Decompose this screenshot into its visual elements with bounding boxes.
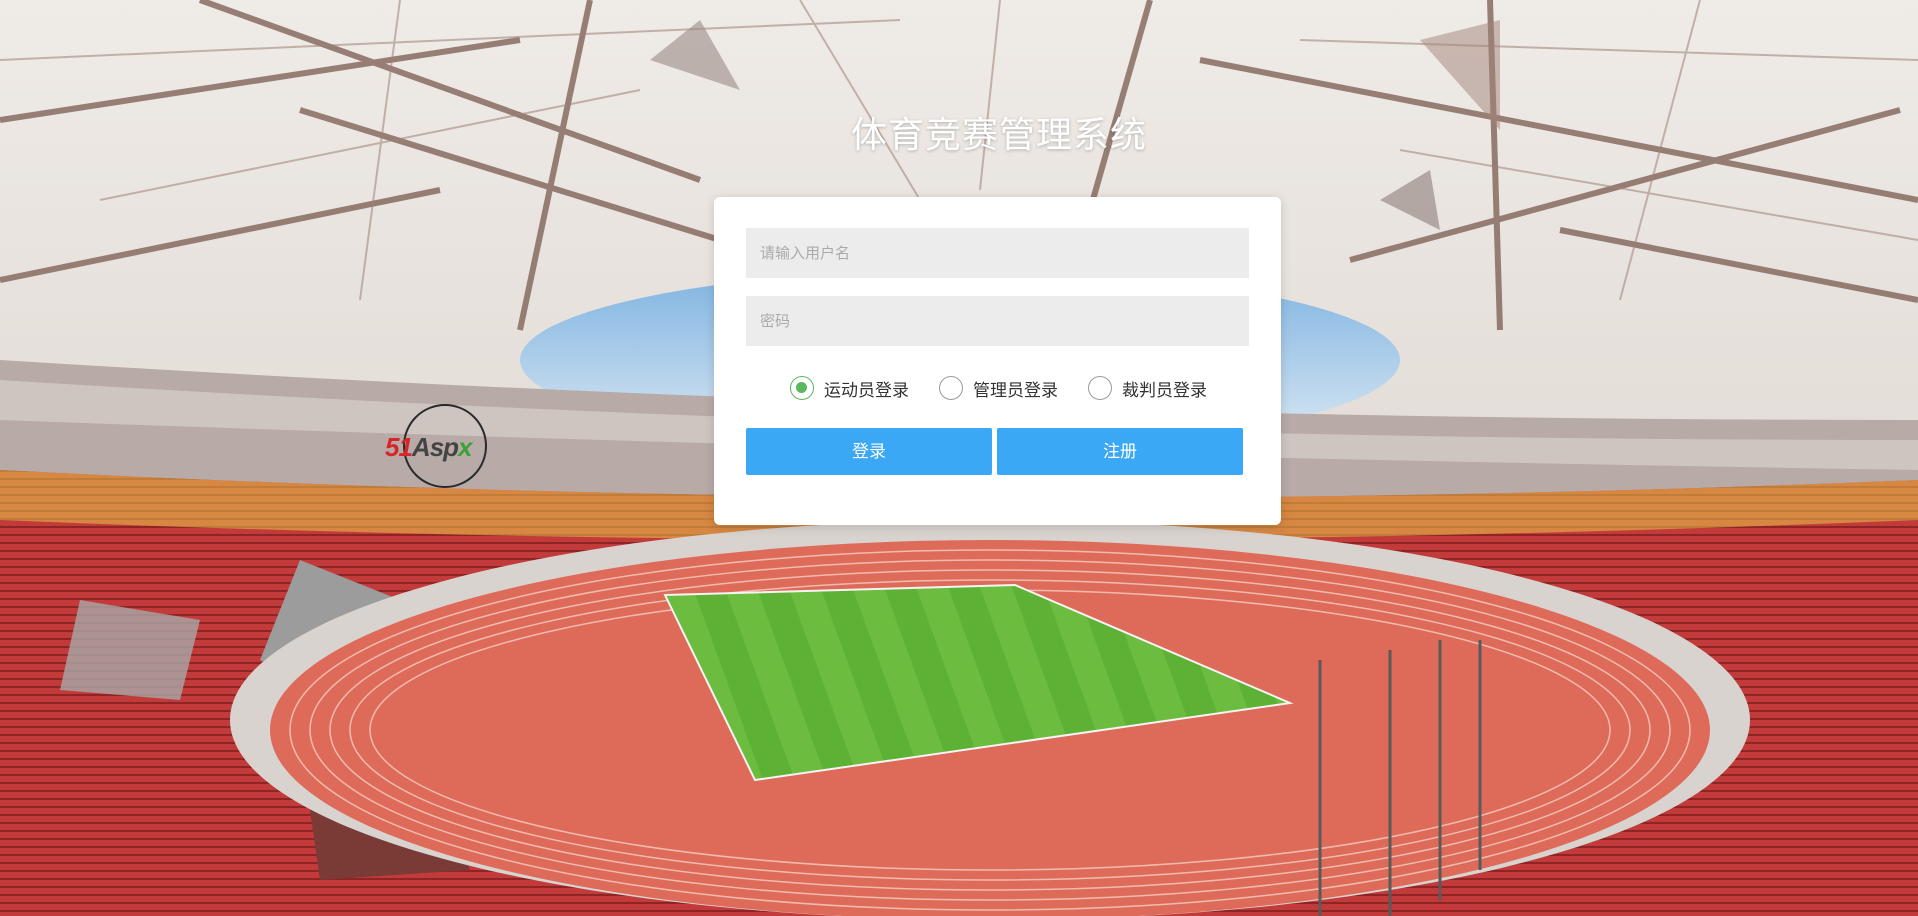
site-logo: 51Aspx (385, 402, 510, 490)
password-input[interactable] (746, 296, 1249, 346)
login-page: 51Aspx 体育竞赛管理系统 运动员登录 管理员登录 裁判员登录 登录 注册 (0, 0, 1918, 916)
radio-unchecked-icon[interactable] (1088, 376, 1112, 400)
login-button[interactable]: 登录 (746, 428, 992, 475)
register-button[interactable]: 注册 (997, 428, 1243, 475)
role-option-athlete[interactable]: 运动员登录 (790, 376, 909, 401)
role-option-referee[interactable]: 裁判员登录 (1088, 376, 1207, 401)
role-label-referee: 裁判员登录 (1122, 380, 1207, 401)
logo-text-part-3: x (458, 432, 473, 462)
role-label-athlete: 运动员登录 (824, 380, 909, 401)
logo-text-part-2: Asp (411, 432, 459, 462)
role-radio-group: 运动员登录 管理员登录 裁判员登录 (790, 373, 1237, 403)
logo-text-part-1: 51 (385, 432, 413, 462)
login-card: 运动员登录 管理员登录 裁判员登录 登录 注册 (714, 197, 1281, 525)
radio-unchecked-icon[interactable] (939, 376, 963, 400)
page-title: 体育竞赛管理系统 (850, 115, 1147, 156)
username-input[interactable] (746, 228, 1249, 278)
radio-checked-icon[interactable] (790, 376, 814, 400)
role-option-admin[interactable]: 管理员登录 (939, 376, 1058, 401)
role-label-admin: 管理员登录 (973, 380, 1058, 401)
